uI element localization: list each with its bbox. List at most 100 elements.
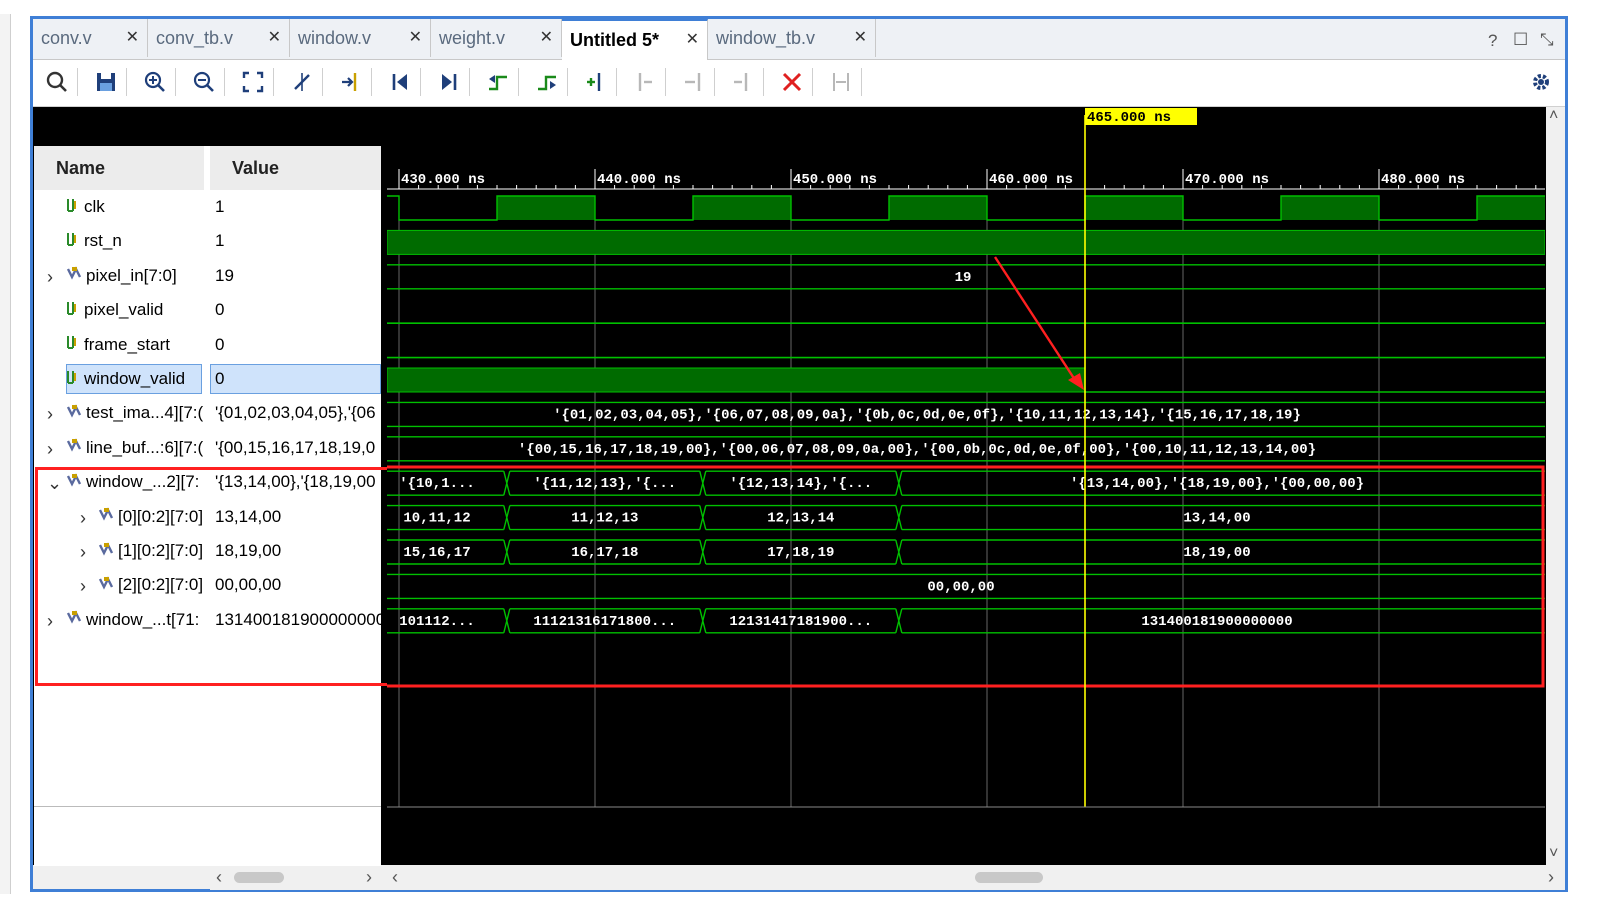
wave-scroll-left-icon[interactable]: ‹ [392,867,398,888]
waveform-canvas[interactable]: 430.000 ns 440.000 ns 450.000 ns 460.000 ns… [387,107,1545,865]
delete-all-markers-icon[interactable] [777,67,807,97]
scroll-right-icon[interactable]: › [366,867,372,888]
tab-2[interactable]: window.v ✕ [290,19,431,57]
toolbar-separator [714,68,715,96]
expand-icon[interactable]: › [80,508,86,529]
cursor-icon[interactable] [287,67,317,97]
pin-icon[interactable]: ⤡ [1540,30,1554,50]
delete-marker-icon[interactable] [728,67,758,97]
close-icon[interactable]: ✕ [854,19,867,57]
window-bus-transition [895,471,903,496]
signal-name-row[interactable]: clk [66,190,204,224]
signal-value[interactable]: 19 [215,259,383,293]
go-to-start-icon[interactable] [385,67,415,97]
signal-value[interactable]: '{01,02,03,04,05},'{06 [215,396,383,430]
tab-0[interactable]: conv.v ✕ [33,19,148,57]
vertical-scrollbar[interactable]: ˄ ˅ [1546,107,1565,865]
toolbar-separator [763,68,764,96]
goto-cursor-icon[interactable] [336,67,366,97]
tab-3[interactable]: weight.v ✕ [431,19,562,57]
signal-value[interactable]: 1 [215,190,383,224]
settings-icon[interactable] [1526,67,1556,97]
toolbar-separator [616,68,617,96]
red-highlight-box [387,465,1545,688]
tab-1[interactable]: conv_tb.v ✕ [148,19,290,57]
close-icon[interactable]: ✕ [268,19,281,57]
signal-name-row[interactable]: [2][0:2][7:0] [98,568,204,602]
wave-scroll-right-icon[interactable]: › [1548,867,1554,888]
tab-5[interactable]: window_tb.v ✕ [708,19,876,57]
signal-value[interactable]: 0 [215,293,383,327]
toolbar-separator [518,68,519,96]
go-to-end-icon[interactable] [434,67,464,97]
signal-name-row[interactable]: window_valid [66,362,204,396]
tab-4[interactable]: Untitled 5* ✕ [562,19,708,60]
row-divider [34,806,381,807]
close-icon[interactable]: ✕ [540,19,553,57]
scroll-left-icon[interactable]: ‹ [216,867,222,888]
signal-value[interactable]: 1 [215,224,383,258]
next-marker-icon[interactable] [679,67,709,97]
signal-value[interactable]: 0 [215,362,383,396]
signal-name-row[interactable]: rst_n [66,224,204,258]
cursor-label: 465.000 ns [1087,110,1171,126]
scroll-up-icon[interactable]: ˄ [1549,107,1558,125]
signal-name-row[interactable]: window_...t[71: [66,603,204,637]
save-icon[interactable] [91,67,121,97]
horizontal-scrollbar[interactable]: ‹ › ‹ › [210,866,1565,890]
close-icon[interactable]: ✕ [126,19,139,57]
signal-name-row[interactable]: test_ima...4][7:( [66,396,204,430]
value-column-header[interactable]: Value [232,146,279,190]
signal-value[interactable]: 13,14,00 [215,500,383,534]
signal-value[interactable]: 18,19,00 [215,534,383,568]
expand-icon[interactable]: › [47,267,53,288]
toolbar-separator [175,68,176,96]
expand-icon[interactable]: › [80,542,86,563]
bit-signal-icon [66,294,80,327]
expand-icon[interactable]: › [47,404,53,425]
signal-name: frame_start [84,334,170,354]
tab-label: window_tb.v [716,28,816,48]
zoom-out-icon[interactable] [189,67,219,97]
clk-high-fill [497,196,595,220]
signal-value[interactable]: '{13,14,00},'{18,19,00 [215,465,383,499]
zoom-in-icon[interactable] [140,67,170,97]
signal-name-row[interactable]: [1][0:2][7:0] [98,534,204,568]
close-icon[interactable]: ✕ [686,21,699,59]
name-column-header[interactable]: Name [56,146,105,190]
expand-icon[interactable]: › [80,576,86,597]
toolbar-separator [567,68,568,96]
tick-label: 450.000 ns [793,172,877,188]
signal-value[interactable]: 131400181900000000 [215,603,383,637]
next-transition-icon[interactable] [532,67,562,97]
collapse-icon[interactable]: ⌄ [47,473,62,494]
toolbar-separator [371,68,372,96]
bus-signal-icon [66,259,82,292]
bus-signal-icon [66,466,82,499]
name-scroll-thumb[interactable] [234,872,284,883]
previous-transition-icon[interactable] [483,67,513,97]
signal-name-row[interactable]: line_buf...:6][7:( [66,431,204,465]
signal-value[interactable]: 0 [215,328,383,362]
signal-value[interactable]: '{00,15,16,17,18,19,0 [215,431,383,465]
signal-name-row[interactable]: [0][0:2][7:0] [98,500,204,534]
scroll-down-icon[interactable]: ˅ [1549,845,1558,863]
close-icon[interactable]: ✕ [409,19,422,57]
help-icon[interactable]: ? [1488,31,1497,51]
search-icon[interactable] [42,67,72,97]
signal-name-row[interactable]: window_...2][7: [66,465,204,499]
signal-name-row[interactable]: frame_start [66,328,204,362]
signal-value[interactable]: 00,00,00 [215,568,383,602]
previous-marker-icon[interactable] [630,67,660,97]
wave-scroll-thumb[interactable] [975,872,1043,883]
expand-icon[interactable]: › [47,611,53,632]
expand-icon[interactable]: › [47,439,53,460]
zoom-fit-icon[interactable] [238,67,268,97]
swap-markers-icon[interactable] [826,67,856,97]
signal-name-row[interactable]: pixel_valid [66,293,204,327]
signal-name-row[interactable]: pixel_in[7:0] [66,259,204,293]
tab-label: conv.v [41,28,92,48]
restore-icon[interactable]: ☐ [1513,30,1528,50]
add-marker-icon[interactable] [581,67,611,97]
bus-signal-icon [66,603,82,636]
